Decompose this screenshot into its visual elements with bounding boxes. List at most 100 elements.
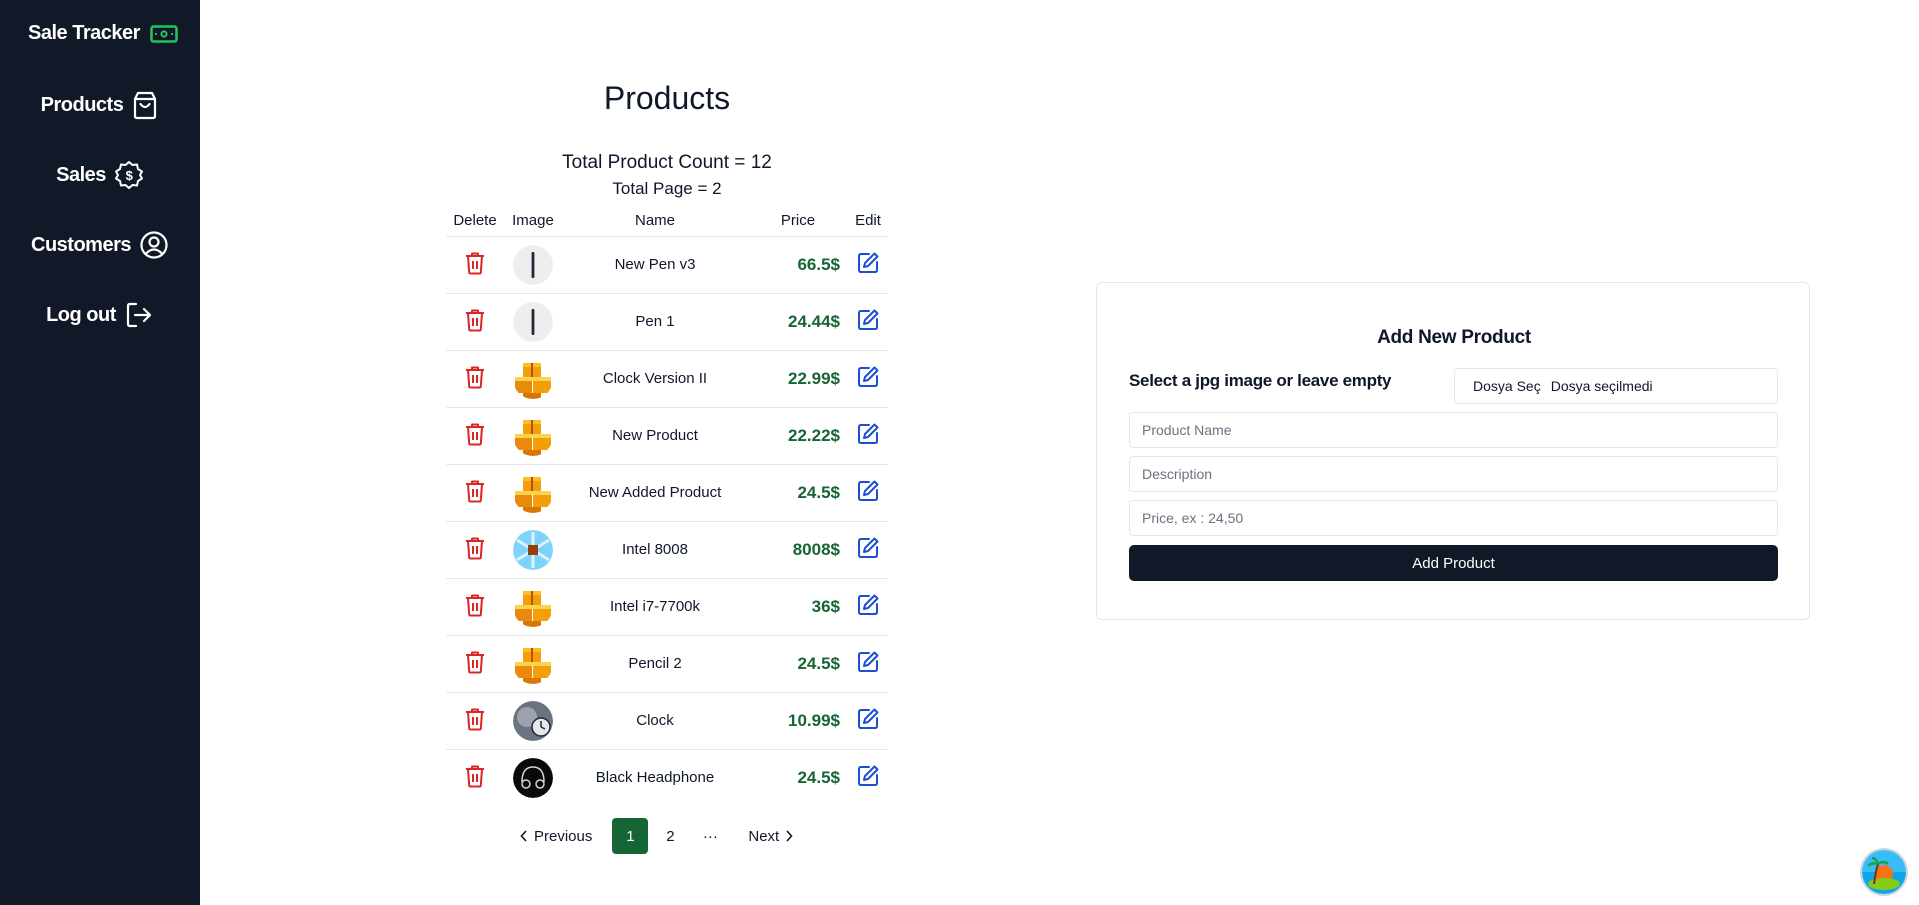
edit-cell: [848, 406, 888, 464]
header-price: Price: [780, 212, 816, 230]
product-name: New Pen v3: [562, 235, 748, 293]
delete-button[interactable]: [464, 764, 486, 788]
image-cell: [504, 463, 562, 521]
edit-cell: [848, 577, 888, 635]
previous-page-link[interactable]: Previous: [520, 828, 592, 845]
trash-icon: [466, 480, 484, 502]
trash-icon: [466, 366, 484, 388]
delete-cell: [446, 463, 504, 521]
table-row: Pen 1 24.44$: [446, 292, 888, 350]
trash-icon: [466, 651, 484, 673]
delete-cell: [446, 577, 504, 635]
edit-button[interactable]: [856, 365, 880, 389]
image-cell: [504, 349, 562, 407]
table-row: New Product 22.22$: [446, 406, 888, 464]
edit-button[interactable]: [856, 764, 880, 788]
product-image: [513, 586, 553, 627]
edit-icon: [858, 537, 879, 558]
image-cell: [504, 691, 562, 749]
table-row: Intel 8008 8008$: [446, 520, 888, 578]
header-image: Image: [512, 212, 554, 230]
delete-button[interactable]: [464, 650, 486, 674]
table-row: New Added Product 24.5$: [446, 463, 888, 521]
file-input[interactable]: Dosya Seç Dosya seçilmedi: [1454, 368, 1778, 404]
table-row: Clock Version II 22.99$: [446, 349, 888, 407]
edit-cell: [848, 463, 888, 521]
island-icon: [1862, 850, 1906, 894]
product-name: Black Headphone: [562, 748, 748, 806]
brand[interactable]: Sale Tracker: [28, 22, 178, 45]
edit-button[interactable]: [856, 707, 880, 731]
delete-button[interactable]: [464, 536, 486, 560]
pagination: Previous 1 2 ··· Next: [520, 818, 793, 854]
edit-cell: [848, 634, 888, 692]
form-title: Add New Product: [1377, 327, 1531, 348]
product-image: [513, 244, 553, 285]
edit-icon: [858, 651, 879, 672]
assistant-avatar-button[interactable]: [1860, 848, 1908, 896]
nav-label: Sales: [56, 163, 106, 186]
nav-customers[interactable]: Customers: [0, 230, 200, 260]
total-count-label: Total Product Count =: [562, 152, 751, 173]
product-price: 22.22$: [748, 406, 848, 464]
edit-icon: [858, 480, 879, 501]
product-image: [513, 529, 553, 570]
nav-label: Products: [40, 93, 124, 116]
edit-icon: [858, 309, 879, 330]
add-product-card: Add New Product Select a jpg image or le…: [1096, 282, 1810, 620]
table-row: Pencil 2 24.5$: [446, 634, 888, 692]
page-title: Products: [603, 80, 731, 116]
page-2-button[interactable]: 2: [652, 818, 688, 854]
edit-button[interactable]: [856, 536, 880, 560]
image-cell: [504, 406, 562, 464]
delete-button[interactable]: [464, 707, 486, 731]
image-cell: [504, 292, 562, 350]
next-page-link[interactable]: Next: [748, 828, 793, 845]
price-input[interactable]: [1129, 500, 1778, 536]
edit-button[interactable]: [856, 251, 880, 275]
nav-logout[interactable]: Log out: [0, 300, 200, 330]
description-input[interactable]: [1129, 456, 1778, 492]
edit-button[interactable]: [856, 479, 880, 503]
trash-icon: [466, 423, 484, 445]
app-title: Sale Tracker: [28, 22, 140, 44]
product-image: [513, 643, 553, 684]
shopping-bag-icon: [134, 91, 157, 120]
trash-icon: [466, 252, 484, 274]
edit-cell: [848, 235, 888, 293]
delete-button[interactable]: [464, 422, 486, 446]
delete-cell: [446, 634, 504, 692]
page-1-button[interactable]: 1: [612, 818, 649, 854]
product-price: 24.5$: [748, 634, 848, 692]
table-row: New Pen v3 66.5$: [446, 235, 888, 293]
add-product-button[interactable]: Add Product: [1129, 545, 1778, 581]
trash-icon: [466, 309, 484, 331]
product-price: 22.99$: [748, 349, 848, 407]
delete-button[interactable]: [464, 479, 486, 503]
edit-button[interactable]: [856, 422, 880, 446]
svg-text:$: $: [126, 168, 134, 183]
edit-button[interactable]: [856, 650, 880, 674]
previous-label: Previous: [534, 827, 593, 845]
delete-cell: [446, 691, 504, 749]
delete-button[interactable]: [464, 365, 486, 389]
choose-file-button[interactable]: Dosya Seç: [1473, 378, 1541, 394]
chevron-right-icon: [786, 830, 793, 842]
products-table: Delete Image Name Price Edit New Pen v3 6…: [446, 206, 888, 806]
image-cell: [504, 577, 562, 635]
product-name: New Product: [562, 406, 748, 464]
product-name-input[interactable]: [1129, 412, 1778, 448]
delete-button[interactable]: [464, 593, 486, 617]
product-price: 24.5$: [748, 748, 848, 806]
edit-button[interactable]: [856, 308, 880, 332]
total-count-value: 12: [750, 152, 772, 173]
edit-icon: [858, 423, 879, 444]
product-image: [513, 415, 553, 456]
edit-button[interactable]: [856, 593, 880, 617]
delete-button[interactable]: [464, 308, 486, 332]
edit-cell: [848, 520, 888, 578]
nav-products[interactable]: Products: [0, 90, 200, 120]
delete-cell: [446, 349, 504, 407]
delete-button[interactable]: [464, 251, 486, 275]
nav-sales[interactable]: Sales $: [0, 160, 200, 190]
